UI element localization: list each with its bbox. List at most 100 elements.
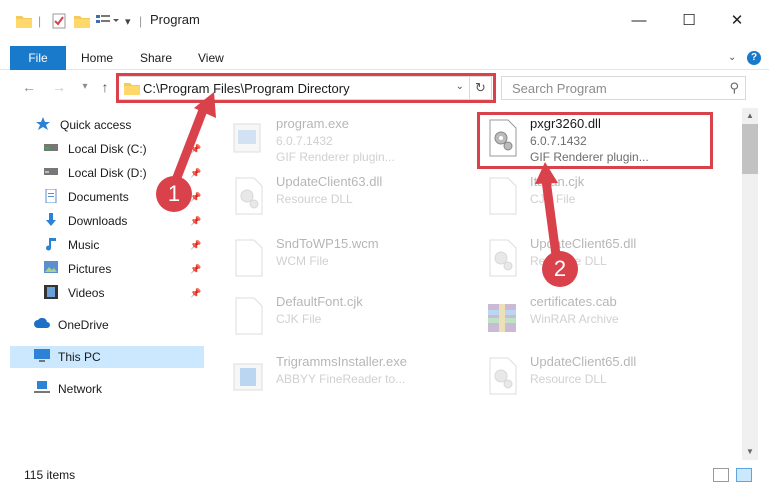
tab-file[interactable]: File <box>10 46 66 70</box>
file-item[interactable]: DefaultFont.cjk CJK File <box>212 290 452 342</box>
dll-gear-icon <box>232 176 264 216</box>
new-folder-icon[interactable] <box>74 12 90 30</box>
sidebar-item-label: Pictures <box>68 262 112 276</box>
file-item[interactable]: UpdateClient65.dll Resource DLL <box>466 232 706 284</box>
file-item[interactable]: TrigrammsInstaller.exe ABBYY FineReader … <box>212 350 452 402</box>
details-view-icon[interactable] <box>713 468 729 482</box>
file-type: CJK File <box>276 312 322 326</box>
window-title: Program <box>150 12 200 27</box>
computer-icon <box>34 349 50 365</box>
up-arrow-icon[interactable]: ↑ <box>96 78 114 96</box>
tab-view[interactable]: View <box>198 46 224 70</box>
pin-icon[interactable]: 📌 <box>190 264 201 276</box>
network-icon <box>34 381 50 397</box>
close-button[interactable]: ✕ <box>720 10 754 32</box>
file-highlight-box <box>477 112 713 169</box>
exe-icon <box>232 118 264 158</box>
file-item[interactable]: program.exe 6.0.7.1432 GIF Renderer plug… <box>212 112 452 164</box>
file-name: DefaultFont.cjk <box>276 294 363 309</box>
sidebar-item-label: OneDrive <box>58 318 109 332</box>
sidebar-item-label: Downloads <box>68 214 128 228</box>
sidebar-item-label: Videos <box>68 286 105 300</box>
sidebar-item-quick-access[interactable]: Quick access <box>36 114 240 136</box>
expand-ribbon-icon[interactable]: ⌄ <box>728 46 736 70</box>
file-name: program.exe <box>276 116 349 131</box>
address-highlight-box <box>116 73 496 103</box>
ribbon: File Home Share View ⌄ ? <box>0 46 769 70</box>
large-icons-view-icon[interactable] <box>736 468 752 482</box>
cloud-icon <box>34 317 50 333</box>
installer-icon <box>232 356 264 396</box>
back-arrow-icon[interactable]: ← <box>20 78 38 96</box>
sidebar-item-label: Documents <box>68 190 129 204</box>
minimize-button[interactable]: — <box>622 10 656 32</box>
file-type: CJK File <box>530 192 576 206</box>
search-input[interactable]: Search Program <box>512 81 607 96</box>
file-item[interactable]: certificates.cab WinRAR Archive <box>466 290 706 342</box>
star-icon <box>36 117 52 133</box>
file-type: ABBYY FineReader to... <box>276 372 406 386</box>
quick-access-dropdown-icon[interactable]: ▾ <box>125 12 131 30</box>
separator: | <box>139 14 143 28</box>
navigation-pane: Quick access Local Disk (C:) Local Disk … <box>0 108 210 460</box>
sidebar-item-label: Quick access <box>60 118 132 132</box>
drive-icon <box>44 141 60 157</box>
documents-icon <box>44 188 60 205</box>
dll-gear-icon <box>486 356 518 396</box>
file-name: UpdateClient63.dll <box>276 174 383 189</box>
sidebar-item-network[interactable]: Network <box>34 378 238 400</box>
music-icon <box>44 237 60 253</box>
forward-arrow-icon[interactable]: → <box>50 78 68 96</box>
drive-icon <box>44 165 60 181</box>
status-bar: 115 items <box>0 462 769 488</box>
file-item[interactable]: Italian.cjk CJK File <box>466 170 706 222</box>
blank-file-icon <box>232 238 264 278</box>
dll-gear-icon <box>486 238 518 278</box>
file-name: Italian.cjk <box>530 174 585 189</box>
search-box[interactable]: Search Program ⚲ <box>501 76 746 100</box>
help-icon[interactable]: ? <box>747 51 761 65</box>
winrar-icon <box>486 296 518 336</box>
file-type: WCM File <box>276 254 329 268</box>
sidebar-item-label: Local Disk (D:) <box>68 166 147 180</box>
file-name: SndToWP15.wcm <box>276 236 379 251</box>
maximize-button[interactable]: ☐ <box>672 10 706 32</box>
pin-icon[interactable]: 📌 <box>190 216 201 228</box>
pin-icon[interactable]: 📌 <box>190 168 201 180</box>
recent-locations-icon[interactable]: ▾ <box>76 78 94 96</box>
sidebar-item-label: This PC <box>58 350 101 364</box>
sidebar-item-onedrive[interactable]: OneDrive <box>34 314 238 336</box>
scrollbar-thumb[interactable] <box>742 124 758 174</box>
file-item[interactable]: UpdateClient65.dll Resource DLL <box>466 350 706 402</box>
file-item[interactable]: UpdateClient63.dll Resource DLL <box>212 170 452 222</box>
file-type: Resource DLL <box>276 192 353 206</box>
customize-quick-access-icon[interactable] <box>96 12 120 30</box>
title-bar: | ▾ | Program — ☐ ✕ <box>0 0 769 40</box>
sidebar-item-label: Music <box>68 238 100 252</box>
file-type: WinRAR Archive <box>530 312 619 326</box>
blank-file-icon <box>486 176 518 216</box>
tab-home[interactable]: Home <box>81 46 113 70</box>
pin-icon[interactable]: 📌 <box>190 240 201 252</box>
pin-icon[interactable]: 📌 <box>190 288 201 300</box>
tab-share[interactable]: Share <box>140 46 172 70</box>
scroll-up-arrow-icon[interactable]: ▲ <box>742 108 758 124</box>
sidebar-item-label: Local Disk (C:) <box>68 142 147 156</box>
scroll-down-arrow-icon[interactable]: ▼ <box>742 444 758 460</box>
separator: | <box>38 14 42 28</box>
file-name: TrigrammsInstaller.exe <box>276 354 407 369</box>
blank-file-icon <box>232 296 264 336</box>
pin-icon[interactable]: 📌 <box>190 144 201 156</box>
sidebar-item-label: Network <box>58 382 103 396</box>
file-version: 6.0.7.1432 <box>276 134 333 148</box>
search-icon: ⚲ <box>729 80 739 95</box>
folder-icon[interactable] <box>16 12 32 30</box>
properties-check-icon[interactable] <box>52 12 66 30</box>
sidebar-item-this-pc[interactable]: This PC <box>10 346 204 368</box>
file-description: GIF Renderer plugin... <box>276 150 395 164</box>
pictures-icon <box>44 261 60 277</box>
file-item[interactable]: SndToWP15.wcm WCM File <box>212 232 452 284</box>
file-name: UpdateClient65.dll <box>530 236 637 251</box>
file-name: certificates.cab <box>530 294 617 309</box>
callout-2: 2 <box>542 251 578 287</box>
